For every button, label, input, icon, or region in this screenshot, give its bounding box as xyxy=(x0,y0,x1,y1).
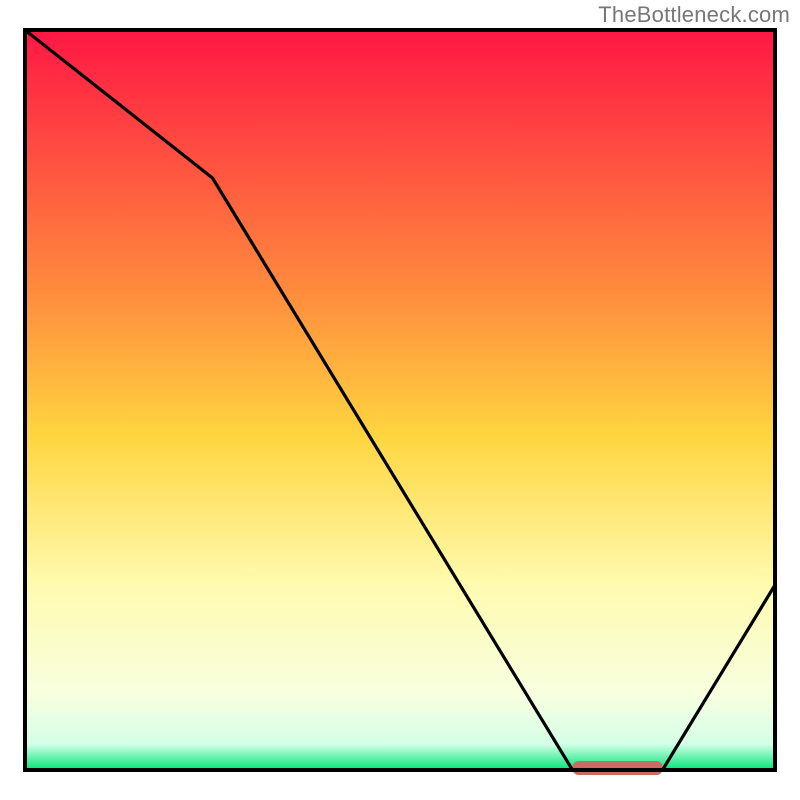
bottleneck-chart xyxy=(0,0,800,800)
watermark-text: TheBottleneck.com xyxy=(598,2,790,28)
gradient-background xyxy=(25,30,775,770)
chart-container: TheBottleneck.com xyxy=(0,0,800,800)
plot-area xyxy=(25,30,775,775)
